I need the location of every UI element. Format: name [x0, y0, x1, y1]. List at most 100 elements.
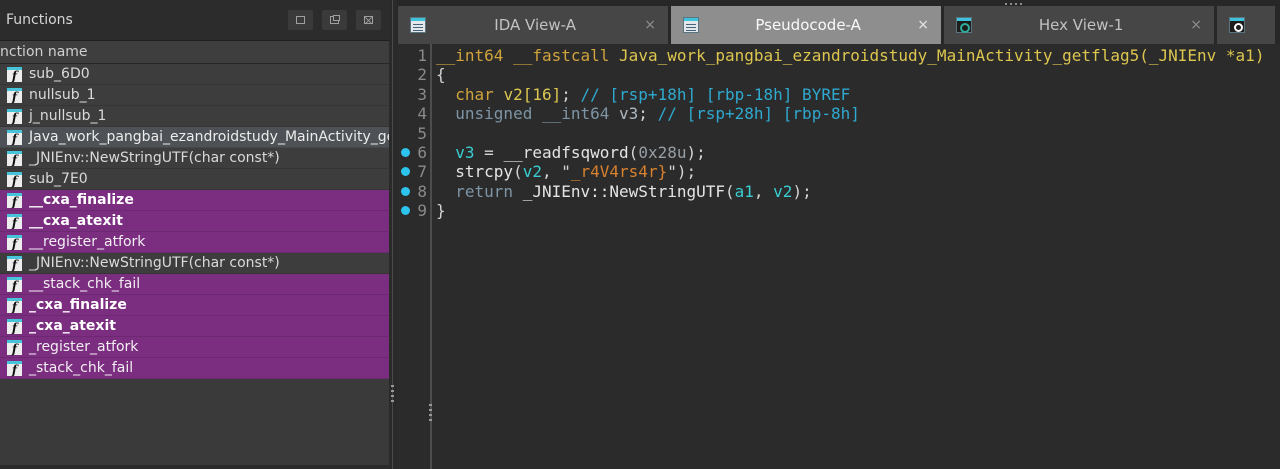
code-line[interactable]: 5 [397, 124, 1280, 143]
close-icon[interactable]: × [644, 17, 656, 33]
line-number: 9 [397, 201, 427, 220]
function-list-item[interactable]: f _cxa_atexit [0, 316, 389, 337]
code-token: // [rsp+18h] [rbp-18h] BYREF [581, 85, 851, 104]
function-list-item[interactable]: f j_nullsub_1 [0, 106, 389, 127]
editor-panel: IDA View-A×Pseudocode-A×Hex View-1× 1__i… [397, 0, 1280, 469]
tab-bar: IDA View-A×Pseudocode-A×Hex View-1× [397, 0, 1280, 44]
code-token [436, 182, 455, 201]
function-list-item[interactable]: f_cxa_finalize [0, 295, 389, 316]
function-icon: f [7, 319, 22, 334]
function-name-label: Java_work_pangbai_ezandroidstudy_MainAct… [29, 129, 389, 145]
code-text: } [436, 201, 446, 220]
code-text: char v2[16]; // [rsp+18h] [rbp-18h] BYRE… [436, 85, 850, 104]
code-line[interactable]: 6 v3 = __readfsqword(0x28u); [397, 143, 1280, 162]
code-text: { [436, 65, 446, 84]
function-name-label: _JNIEnv::NewStringUTF(char const*) [29, 255, 280, 271]
function-name-label: j_nullsub_1 [29, 108, 106, 124]
code-text: return _JNIEnv::NewStringUTF(a1, v2); [436, 182, 812, 201]
function-icon: f [7, 193, 22, 208]
functions-titlebar[interactable]: Functions [0, 0, 389, 40]
line-number: 3 [397, 85, 427, 104]
function-name-column-header[interactable]: nction name [0, 40, 389, 64]
function-name-label: __register_atfork [29, 234, 145, 250]
line-number: 5 [397, 124, 427, 143]
code-token: __readfsqword [503, 143, 628, 162]
function-name-label: __cxa_finalize [29, 192, 134, 208]
function-list-item[interactable]: f _JNIEnv::NewStringUTF(char const*) [0, 253, 389, 274]
code-line[interactable]: 9} [397, 201, 1280, 220]
function-name-label: _cxa_atexit [29, 318, 116, 334]
code-token: Java_work_pangbai_ezandroidstudy_MainAct… [619, 46, 1264, 65]
code-token: ( [629, 143, 639, 162]
tab-stub[interactable] [1217, 6, 1275, 44]
function-list-item[interactable]: f__cxa_atexit [0, 211, 389, 232]
code-token: v3 [619, 104, 638, 123]
code-token [436, 162, 455, 181]
function-list-item[interactable]: f sub_7E0 [0, 169, 389, 190]
tab-label: IDA View-A [426, 16, 644, 34]
function-list-item[interactable]: fnullsub_1 [0, 85, 389, 106]
function-icon: f [7, 361, 22, 376]
function-list-item[interactable]: f__register_atfork [0, 232, 389, 253]
line-number: 7 [397, 162, 427, 181]
panel-splitter[interactable] [389, 0, 397, 469]
function-list-item[interactable]: f_JNIEnv::NewStringUTF(char const*) [0, 148, 389, 169]
function-icon: f [7, 298, 22, 313]
code-token: "); [667, 162, 696, 181]
dock-grip-icon[interactable] [1005, 3, 1022, 5]
code-line[interactable]: 2{ [397, 65, 1280, 84]
code-token [494, 85, 504, 104]
function-icon: f [7, 151, 22, 166]
code-token: ( [513, 162, 523, 181]
close-icon[interactable]: × [917, 17, 929, 33]
pseudocode-view[interactable]: 1__int64 __fastcall Java_work_pangbai_ez… [397, 44, 1280, 469]
close-button[interactable] [356, 10, 381, 30]
hex-view-icon [956, 17, 972, 33]
function-list-item[interactable]: f sub_6D0 [0, 64, 389, 85]
maximize-button[interactable] [288, 10, 313, 30]
code-token: ); [686, 143, 705, 162]
tab-pseudocode-a[interactable]: Pseudocode-A× [671, 6, 941, 44]
function-list: fsub_6D0fnullsub_1fj_nullsub_1fJava_work… [0, 64, 389, 465]
code-token: , " [542, 162, 571, 181]
function-list-item[interactable]: f_register_atfork [0, 337, 389, 358]
code-line[interactable]: 7 strcpy(v2, "_r4V4rs4r}"); [397, 162, 1280, 181]
function-name-label: __stack_chk_fail [29, 276, 140, 292]
code-line[interactable]: 4 unsigned __int64 v3; // [rsp+28h] [rbp… [397, 104, 1280, 123]
code-line[interactable]: 8 return _JNIEnv::NewStringUTF(a1, v2); [397, 182, 1280, 201]
function-icon: f [7, 256, 22, 271]
function-list-item[interactable]: f__stack_chk_fail [0, 274, 389, 295]
code-token [503, 46, 513, 65]
code-token: strcpy [455, 162, 513, 181]
code-line[interactable]: 3 char v2[16]; // [rsp+18h] [rbp-18h] BY… [397, 85, 1280, 104]
tab-ida-view-a[interactable]: IDA View-A× [398, 6, 668, 44]
code-token [609, 46, 619, 65]
function-list-item[interactable]: f Java_work_pangbai_ezandroidstudy_MainAc… [0, 127, 389, 148]
function-name-label: sub_6D0 [29, 66, 90, 82]
float-button[interactable] [322, 10, 347, 30]
code-line[interactable]: 1__int64 __fastcall Java_work_pangbai_ez… [397, 46, 1280, 65]
close-icon[interactable]: × [1190, 17, 1202, 33]
function-icon: f [7, 67, 22, 82]
function-icon: f [7, 172, 22, 187]
code-token: { [436, 65, 446, 84]
code-token: v2 [773, 182, 792, 201]
functions-titlebar-buttons [288, 10, 381, 30]
code-text: strcpy(v2, "_r4V4rs4r}"); [436, 162, 696, 181]
function-list-item[interactable]: f __cxa_finalize [0, 190, 389, 211]
function-name-label: sub_7E0 [29, 171, 88, 187]
gutter-splitter[interactable] [430, 44, 432, 469]
function-name-label: _stack_chk_fail [29, 360, 133, 376]
column-header-label: nction name [0, 44, 88, 60]
function-icon: f [7, 130, 22, 145]
functions-panel: Functions nction name f sub_6D0 fnullsub_1… [0, 0, 389, 465]
function-icon: f [7, 109, 22, 124]
float-icon [330, 16, 339, 24]
code-token: _r4V4rs4r} [571, 162, 667, 181]
line-number: 1 [397, 46, 427, 65]
code-token: 0x28u [638, 143, 686, 162]
function-list-item[interactable]: f _stack_chk_fail [0, 358, 389, 379]
tab-hex-view-1[interactable]: Hex View-1× [944, 6, 1214, 44]
maximize-icon [296, 16, 305, 24]
code-token: v2 [523, 162, 542, 181]
